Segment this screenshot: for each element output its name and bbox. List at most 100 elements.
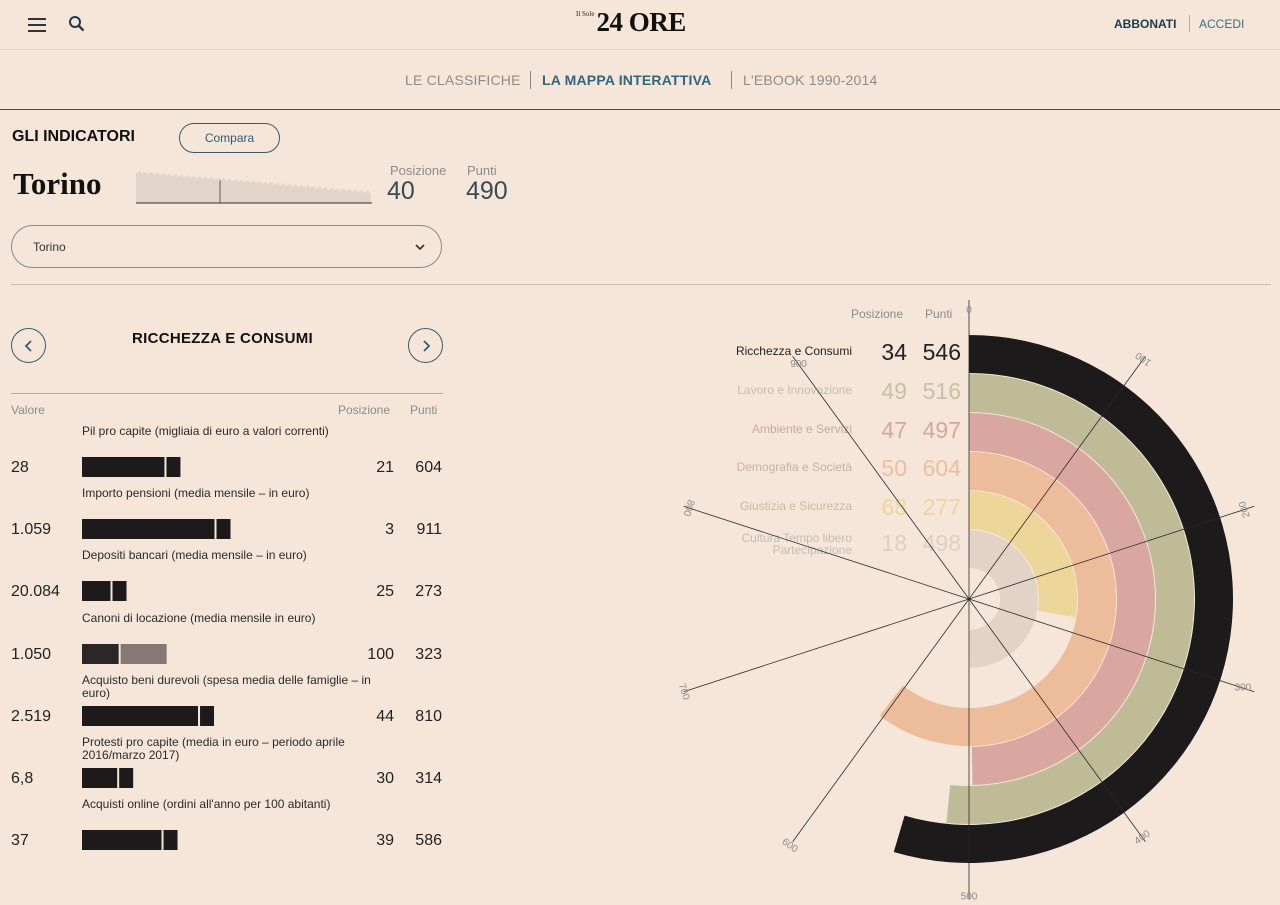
nav-separator: [731, 71, 732, 89]
position-value: 40: [387, 177, 415, 205]
radial-axis-line: [792, 356, 970, 600]
divider: [11, 284, 1271, 285]
indicator-bar-segment: [120, 644, 167, 664]
column-header-position: Posizione: [338, 403, 391, 417]
indicator-points: 586: [415, 832, 442, 849]
indicator-bar-main: [82, 644, 119, 664]
tab-classifiche[interactable]: LE CLASSIFICHE: [405, 72, 521, 88]
points-label: Punti: [467, 163, 497, 178]
indicator-points: 314: [415, 770, 442, 787]
radial-zero-label: 0: [966, 305, 972, 316]
indicator-row: Pil pro capite (migliaia di euro a valor…: [0, 425, 450, 487]
column-header-value: Valore: [11, 403, 45, 417]
position-label: Posizione: [390, 163, 447, 178]
indicator-label: Acquisto beni durevoli (spesa media dell…: [82, 673, 371, 700]
indicator-value: 37: [11, 832, 29, 849]
indicator-value: 6,8: [11, 770, 34, 787]
chevron-right-icon: [423, 340, 431, 352]
indicator-label: Acquisti online (ordini all'anno per 100…: [82, 797, 331, 811]
radial-axis-label: 300: [1235, 683, 1252, 694]
indicator-bar-main: [82, 706, 199, 726]
indicator-bar-segment: [166, 457, 181, 477]
radial-axis-label: 100: [1133, 349, 1153, 368]
indicator-bar: [82, 768, 134, 788]
radial-axis-label: 400: [1132, 828, 1152, 847]
indicator-bar-segment: [163, 830, 178, 850]
indicator-points: 911: [416, 521, 442, 538]
indicator-bar-main: [82, 581, 111, 601]
indicator-bar-main: [82, 830, 162, 850]
login-link[interactable]: ACCEDI: [1199, 17, 1244, 31]
logo[interactable]: Il Sole 24 ORE: [576, 6, 686, 42]
indicator-value: 1.059: [11, 521, 52, 538]
indicator-row: Depositi bancari (media mensile – in eur…: [0, 549, 450, 611]
ranking-sparkline: [136, 171, 372, 204]
indicator-row: Acquisto beni durevoli (spesa media dell…: [0, 674, 450, 736]
indicator-bar-main: [82, 457, 165, 477]
radial-axis-line: [683, 598, 970, 693]
section-divider: [11, 393, 443, 394]
chevron-down-icon: [415, 244, 425, 251]
radial-axis-label: 600: [780, 837, 800, 856]
radial-axis-label: 700: [676, 682, 692, 702]
indicator-bar-main: [82, 768, 118, 788]
indicator-label: Protesti pro capite (media in euro – per…: [82, 735, 345, 762]
indicator-bar: [82, 644, 167, 664]
indicator-points: 323: [415, 646, 442, 663]
section-title: RICCHEZZA E CONSUMI: [132, 330, 313, 347]
chevron-left-icon: [24, 340, 32, 352]
indicator-position: 100: [367, 646, 394, 663]
points-value: 490: [466, 177, 508, 205]
indicator-row: Canoni di locazione (media mensile in eu…: [0, 612, 450, 674]
indicator-position: 39: [376, 832, 394, 849]
indicator-position: 30: [376, 770, 394, 787]
indicator-row: Protesti pro capite (media in euro – per…: [0, 736, 450, 798]
indicator-points: 604: [415, 459, 442, 476]
tab-ebook[interactable]: L'EBOOK 1990-2014: [743, 72, 878, 88]
city-name: Torino: [13, 166, 102, 201]
indicator-bar-main: [82, 519, 215, 539]
indicator-bar: [82, 830, 178, 850]
city-select-value: Torino: [33, 240, 66, 254]
indicator-bar: [82, 457, 181, 477]
indicator-bar: [82, 581, 127, 601]
section-nav: LE CLASSIFICHE LA MAPPA INTERATTIVA L'EB…: [0, 50, 1280, 110]
indicator-bar: [82, 519, 231, 539]
indicator-row: Acquisti online (ordini all'anno per 100…: [0, 798, 450, 860]
indicator-value: 2.519: [11, 708, 52, 725]
indicator-bar-segment: [200, 706, 215, 726]
column-header-points: Punti: [410, 403, 438, 417]
radial-axis-label: 800: [680, 498, 696, 518]
top-bar: Il Sole 24 ORE ABBONATI ACCEDI: [0, 0, 1280, 50]
indicator-row: Importo pensioni (media mensile – in eur…: [0, 487, 450, 549]
indicator-position: 44: [376, 708, 394, 725]
city-select[interactable]: Torino: [11, 225, 442, 268]
next-section-button[interactable]: [408, 328, 443, 363]
radial-axis-label: 900: [790, 359, 807, 370]
header-separator: [1189, 15, 1190, 32]
logo-text: 24 ORE: [596, 7, 686, 37]
indicator-value: 20.084: [11, 583, 60, 600]
indicator-points: 273: [415, 583, 442, 600]
menu-icon[interactable]: [28, 18, 46, 32]
indicator-value: 1.050: [11, 646, 52, 663]
indicators-title: GLI INDICATORI: [12, 128, 135, 145]
subscribe-link[interactable]: ABBONATI: [1114, 17, 1176, 31]
indicator-points: 810: [415, 708, 442, 725]
indicator-position: 25: [376, 583, 394, 600]
indicator-label: Importo pensioni (media mensile – in eur…: [82, 486, 310, 500]
compare-button[interactable]: Compara: [179, 123, 280, 153]
indicator-label: Depositi bancari (media mensile – in eur…: [82, 548, 307, 562]
radial-axis-line: [683, 505, 970, 600]
radial-axis-label: 500: [961, 892, 978, 900]
indicator-label: Canoni di locazione (media mensile in eu…: [82, 611, 316, 625]
previous-section-button[interactable]: [11, 328, 46, 363]
indicator-label: Pil pro capite (migliaia di euro a valor…: [82, 424, 329, 438]
tab-mappa-interattiva[interactable]: LA MAPPA INTERATTIVA: [542, 72, 711, 88]
indicator-bar: [82, 706, 215, 726]
indicator-bar-segment: [112, 581, 127, 601]
indicator-value: 28: [11, 459, 29, 476]
radial-axis-label: 200: [1237, 499, 1253, 519]
indicator-position: 21: [376, 459, 394, 476]
search-icon[interactable]: [68, 15, 86, 33]
